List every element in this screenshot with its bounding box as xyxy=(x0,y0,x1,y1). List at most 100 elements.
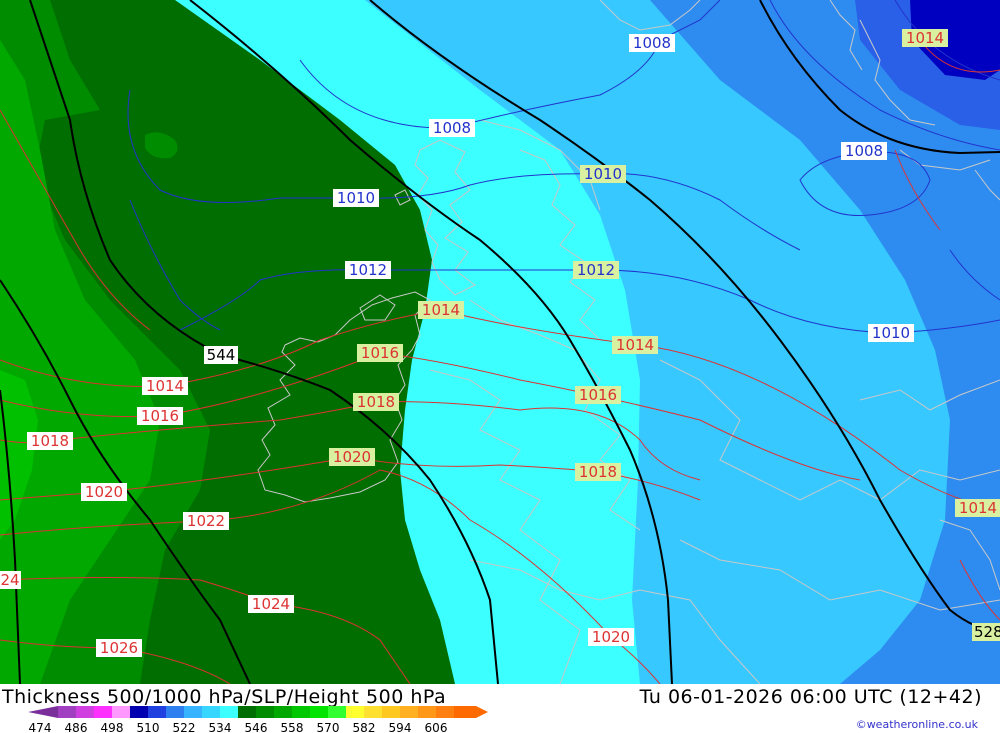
legend-bin xyxy=(436,706,455,718)
valid-time: Tu 06-01-2026 06:00 UTC (12+42) xyxy=(639,686,982,708)
isobar-label-text: 1010 xyxy=(584,165,622,183)
isobar-label: 24 xyxy=(0,571,21,589)
isobar-label-text: 1016 xyxy=(141,407,179,425)
isobar-label: 1020 xyxy=(81,483,127,501)
legend-bin xyxy=(238,706,257,718)
isobar-label: 1012 xyxy=(345,261,391,279)
legend-tick-label: 474 xyxy=(29,721,52,733)
isobar-label: 1016 xyxy=(575,386,621,404)
isobar-label: 1014 xyxy=(955,499,1000,517)
isobar-label-text: 1018 xyxy=(31,432,69,450)
legend-tick-label: 594 xyxy=(389,721,412,733)
isobar-label-text: 1014 xyxy=(146,377,184,395)
legend-bin xyxy=(274,706,293,718)
isobar-label-text: 1018 xyxy=(357,393,395,411)
isobar-label: 1018 xyxy=(575,463,621,481)
color-legend: 474 486 498 510 522 534 546 558 570 582 594 606 xyxy=(28,706,488,733)
isobar-label: 1016 xyxy=(357,344,403,362)
legend-bin xyxy=(28,706,58,718)
isobar-label: 1010 xyxy=(868,324,914,342)
isobar-label-text: 1020 xyxy=(85,483,123,501)
isobar-label: 1010 xyxy=(333,189,379,207)
isobar-label-text: 1012 xyxy=(577,261,615,279)
legend-tick-label: 582 xyxy=(353,721,376,733)
isobar-label: 1020 xyxy=(329,448,375,466)
isobar-label-text: 1008 xyxy=(633,34,671,52)
isobar-label: 1008 xyxy=(841,142,887,160)
isobar-label: 1014 xyxy=(902,29,948,47)
isobar-label-text: 1022 xyxy=(187,512,225,530)
legend-bin xyxy=(382,706,401,718)
isobar-label: 1016 xyxy=(137,407,183,425)
legend-bin xyxy=(292,706,311,718)
height-label-text: 544 xyxy=(207,346,236,364)
height-label-text: 528 xyxy=(974,623,1000,641)
isobar-label: 1014 xyxy=(612,336,658,354)
isobar-label-text: 1024 xyxy=(252,595,290,613)
legend-bin xyxy=(220,706,239,718)
isobar-label: 1008 xyxy=(429,119,475,137)
isobar-label-text: 1020 xyxy=(333,448,371,466)
isobar-label-text: 1020 xyxy=(592,628,630,646)
legend-bin xyxy=(148,706,167,718)
legend-bin xyxy=(346,706,365,718)
isobar-label-text: 1010 xyxy=(337,189,375,207)
legend-tick-label: 522 xyxy=(173,721,196,733)
isobar-label: 1012 xyxy=(573,261,619,279)
isobar-label: 1010 xyxy=(580,165,626,183)
legend-bin xyxy=(364,706,383,718)
isobar-label-text: 1008 xyxy=(433,119,471,137)
legend-tick-label: 534 xyxy=(209,721,232,733)
legend-bin xyxy=(94,706,113,718)
legend-tick-label: 606 xyxy=(425,721,448,733)
legend-tick-label: 546 xyxy=(245,721,268,733)
legend-tick-label: 486 xyxy=(65,721,88,733)
isobar-label: 1008 xyxy=(629,34,675,52)
isobar-label-text: 24 xyxy=(0,571,19,589)
legend-bin xyxy=(418,706,437,718)
legend-tick-label: 558 xyxy=(281,721,304,733)
legend-bins xyxy=(28,706,488,718)
legend-bin xyxy=(310,706,329,718)
isobar-label: 1014 xyxy=(142,377,188,395)
legend-bin xyxy=(184,706,203,718)
legend-bin xyxy=(328,706,347,718)
legend-bin xyxy=(400,706,419,718)
isobar-label-text: 1014 xyxy=(616,336,654,354)
map-footer: Thickness 500/1000 hPa/SLP/Height 500 hP… xyxy=(0,684,1000,733)
legend-bin xyxy=(454,706,488,718)
isobar-label-text: 1010 xyxy=(872,324,910,342)
map-title: Thickness 500/1000 hPa/SLP/Height 500 hP… xyxy=(2,686,447,708)
thickness-map: 1008 1008 1008 1010 1010 1010 1012 1012 … xyxy=(0,0,1000,684)
isobar-label-text: 1012 xyxy=(349,261,387,279)
legend-bin xyxy=(130,706,149,718)
isobar-label-text: 1014 xyxy=(906,29,944,47)
isobar-label-text: 1014 xyxy=(422,301,460,319)
legend-tick-label: 498 xyxy=(101,721,124,733)
legend-bin xyxy=(58,706,77,718)
isobar-label-text: 1016 xyxy=(579,386,617,404)
height-label: 528 xyxy=(972,623,1000,641)
legend-tick-label: 510 xyxy=(137,721,160,733)
isobar-label: 1024 xyxy=(248,595,294,613)
isobar-label: 1018 xyxy=(27,432,73,450)
isobar-label: 1018 xyxy=(353,393,399,411)
isobar-label: 1020 xyxy=(588,628,634,646)
legend-tick-label: 570 xyxy=(317,721,340,733)
isobar-label-text: 1018 xyxy=(579,463,617,481)
isobar-label-text: 1014 xyxy=(959,499,997,517)
credit-link[interactable]: ©weatheronline.co.uk xyxy=(856,718,978,731)
legend-bin xyxy=(112,706,131,718)
height-label: 544 xyxy=(204,346,238,364)
isobar-label: 1022 xyxy=(183,512,229,530)
isobar-label-text: 1008 xyxy=(845,142,883,160)
legend-bin xyxy=(256,706,275,718)
isobar-label-text: 1016 xyxy=(361,344,399,362)
legend-bin xyxy=(76,706,95,718)
isobar-label-text: 1026 xyxy=(100,639,138,657)
legend-bin xyxy=(202,706,221,718)
legend-ticks: 474 486 498 510 522 534 546 558 570 582 594 606 xyxy=(29,721,448,733)
legend-bin xyxy=(166,706,185,718)
isobar-label: 1026 xyxy=(96,639,142,657)
isobar-label: 1014 xyxy=(418,301,464,319)
